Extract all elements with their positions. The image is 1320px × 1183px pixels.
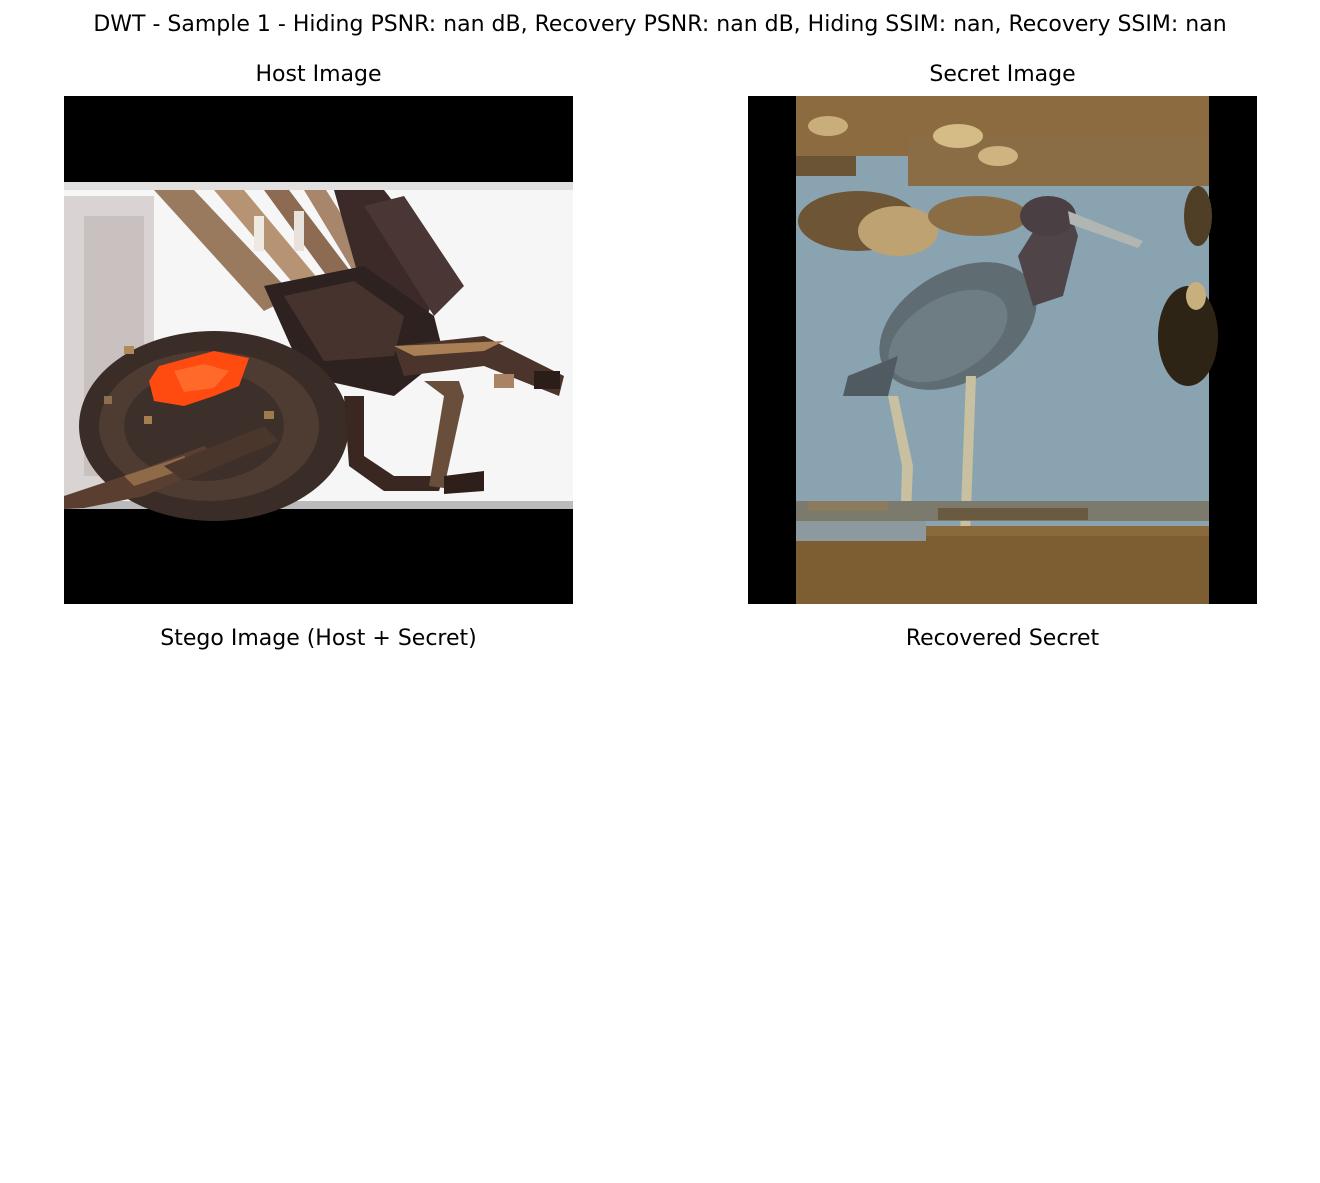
host-image (64, 96, 573, 604)
figure-title: DWT - Sample 1 - Hiding PSNR: nan dB, Re… (93, 12, 1227, 37)
heron-photo-icon (748, 96, 1257, 604)
host-image-title: Host Image (255, 62, 382, 87)
spider-photo-icon (64, 96, 573, 604)
stego-image (64, 660, 573, 1168)
recovered-secret-title: Recovered Secret (905, 626, 1100, 651)
secret-image (748, 96, 1257, 604)
recovered-secret-image (748, 660, 1257, 1168)
stego-image-title: Stego Image (Host + Secret) (160, 626, 477, 651)
secret-image-title: Secret Image (929, 62, 1076, 87)
